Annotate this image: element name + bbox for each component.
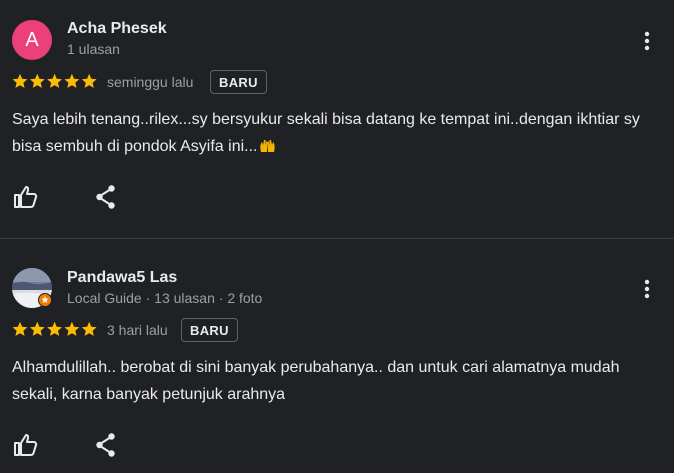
star-icon [12,73,28,88]
review-card: Pandawa5 Las Local Guide · 13 ulasan · 2… [0,239,674,473]
review-date: 3 hari lalu [107,322,168,338]
like-icon[interactable] [12,431,40,459]
review-text-content: Saya lebih tenang..rilex...sy bersyukur … [12,111,640,155]
review-text: Alhamdulillah.. berobat di sini banyak p… [12,359,620,403]
star-icon [29,73,45,88]
star-rating [12,321,97,336]
share-icon[interactable] [92,431,120,459]
share-icon[interactable] [92,183,120,211]
star-icon [47,73,62,88]
raising-hands-icon [260,140,276,152]
star-icon [12,321,28,336]
star-icon [81,321,97,336]
reviewer-meta: Local Guide · 13 ulasan · 2 foto [67,290,263,306]
reviewer-name[interactable]: Acha Phesek [67,20,167,38]
star-rating [12,73,97,88]
reviewer-name[interactable]: Pandawa5 Las [67,269,177,287]
star-icon [47,321,62,336]
new-badge: BARU [181,318,238,342]
new-badge: BARU [210,70,267,94]
star-icon [81,73,97,88]
star-icon [64,73,80,88]
star-icon [29,321,45,336]
review-text: Saya lebih tenang..rilex...sy bersyukur … [12,106,662,160]
reviewer-meta: 1 ulasan [67,41,120,57]
like-icon[interactable] [12,183,40,211]
star-icon [64,321,80,336]
reviewer-avatar[interactable]: A [12,20,52,60]
local-guide-badge-icon [38,293,52,307]
avatar-letter: A [25,29,39,51]
review-card: A Acha Phesek 1 ulasan seminggu lalu BAR… [0,0,674,238]
more-options-icon[interactable] [636,277,658,301]
review-date: seminggu lalu [107,74,194,90]
more-options-icon[interactable] [636,29,658,53]
